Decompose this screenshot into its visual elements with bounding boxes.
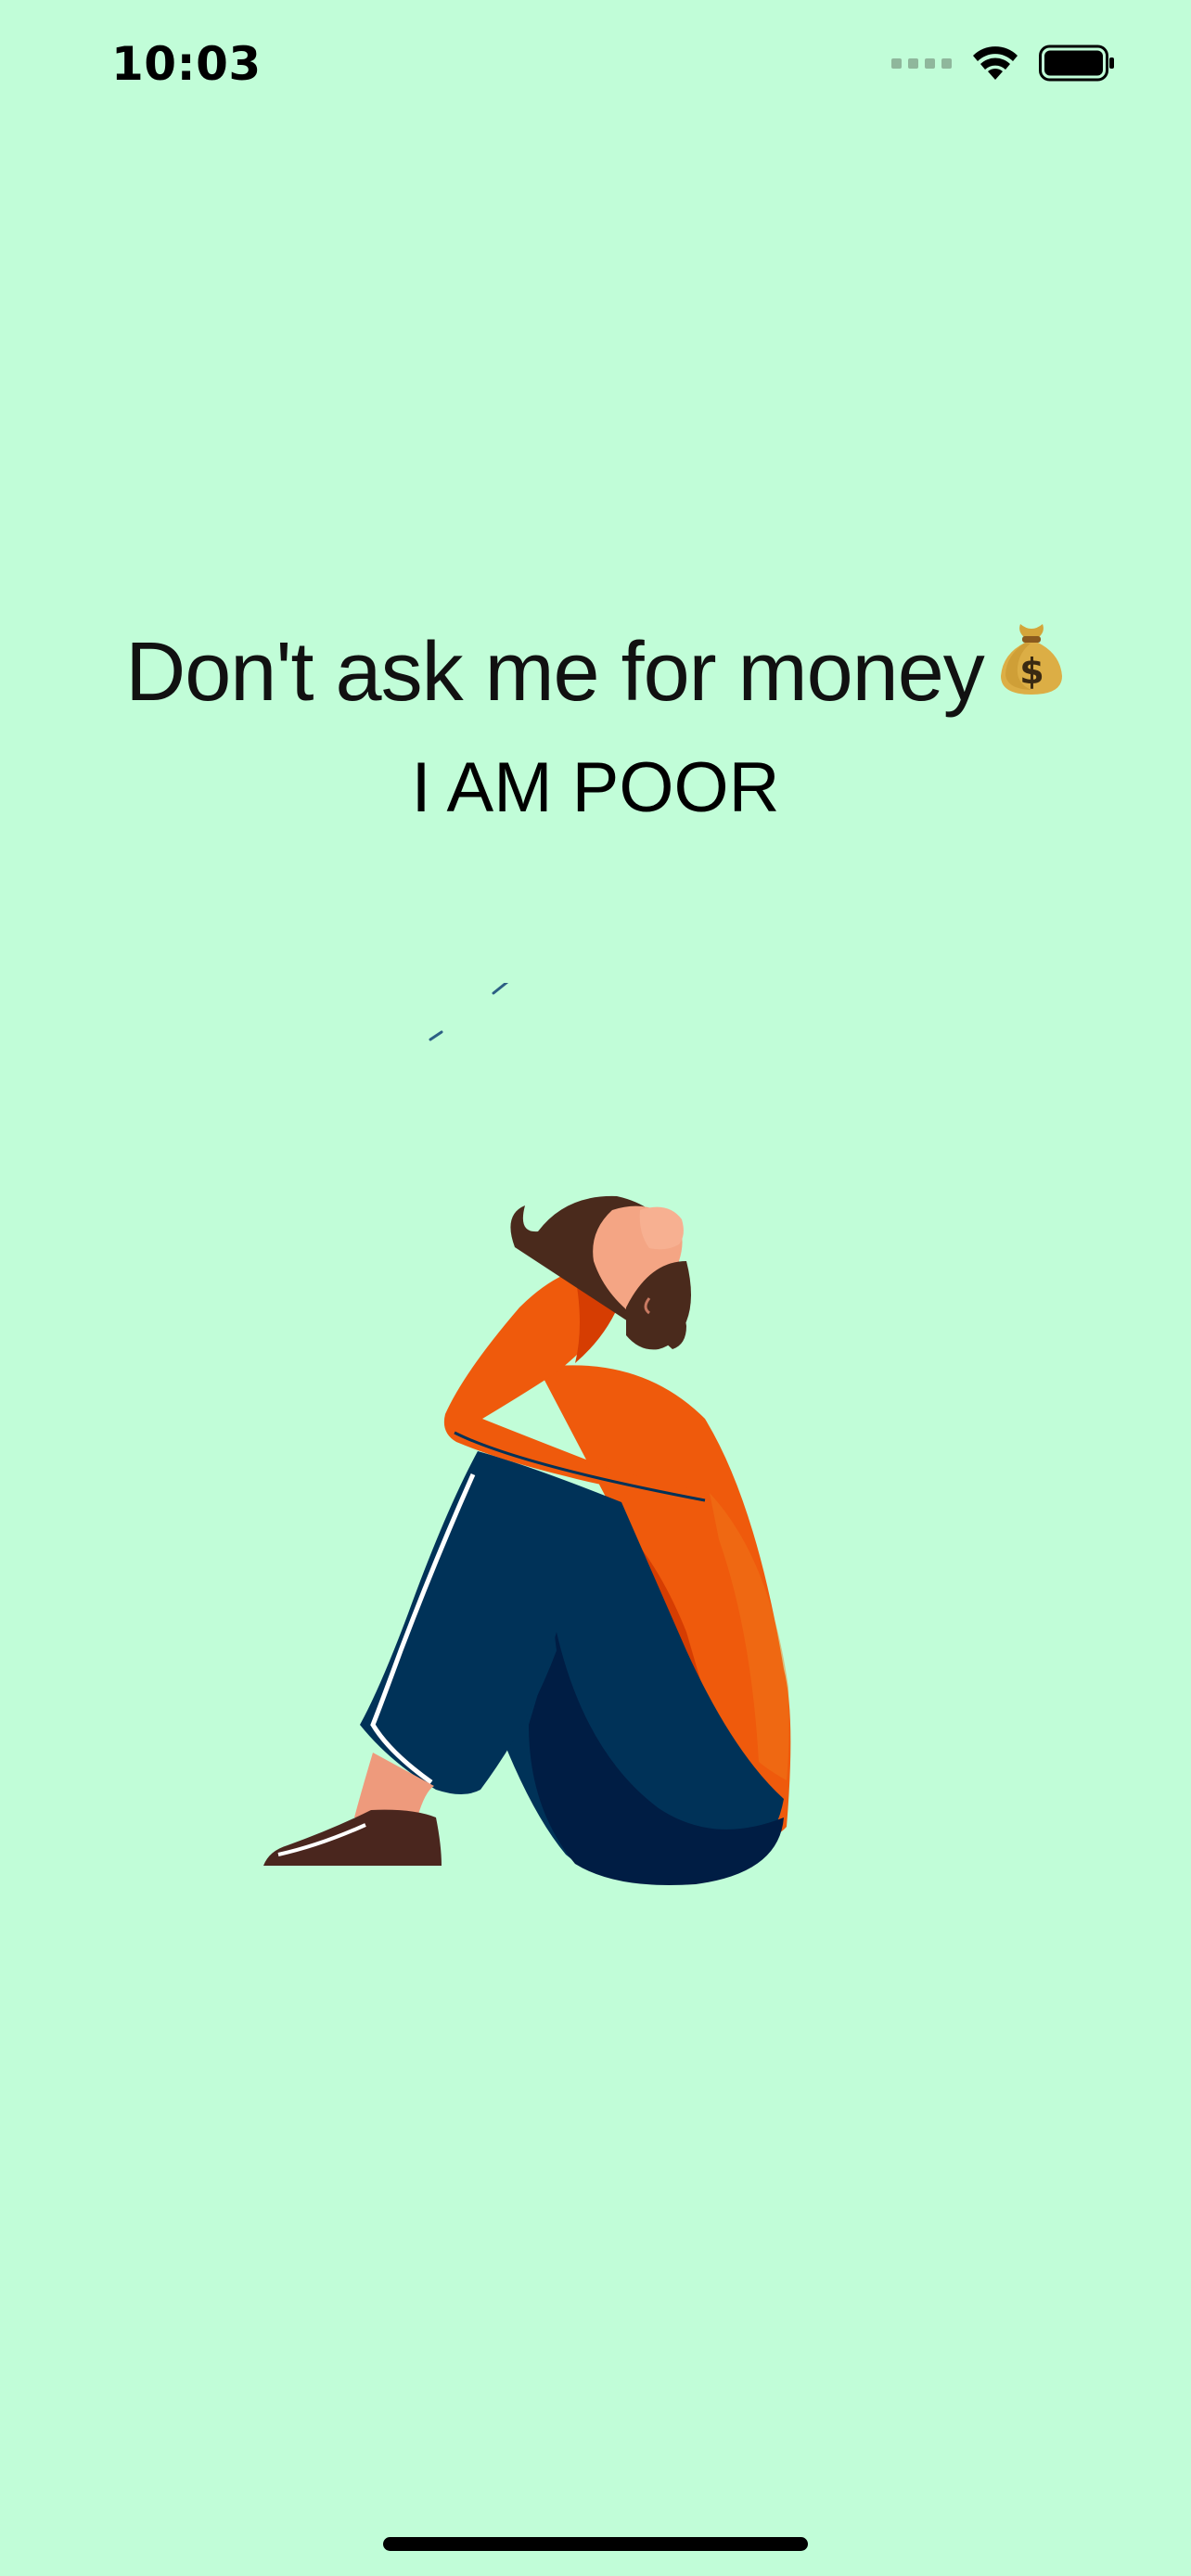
- svg-text:$: $: [1019, 651, 1043, 692]
- wifi-icon: [973, 46, 1018, 80]
- headline-text: Don't ask me for money: [125, 626, 985, 719]
- headline: Don't ask me for money $: [0, 617, 1191, 728]
- status-bar: 10:03: [0, 0, 1191, 130]
- subhead: I AM POOR: [411, 748, 780, 827]
- home-indicator[interactable]: [383, 2537, 808, 2551]
- sad-person-sitting-illustration: [263, 983, 791, 1886]
- money-bag-icon: $: [997, 615, 1066, 726]
- status-time: 10:03: [111, 37, 262, 91]
- cellular-signal-icon: [891, 57, 952, 69]
- status-icons: [891, 45, 1115, 82]
- battery-icon: [1039, 45, 1114, 82]
